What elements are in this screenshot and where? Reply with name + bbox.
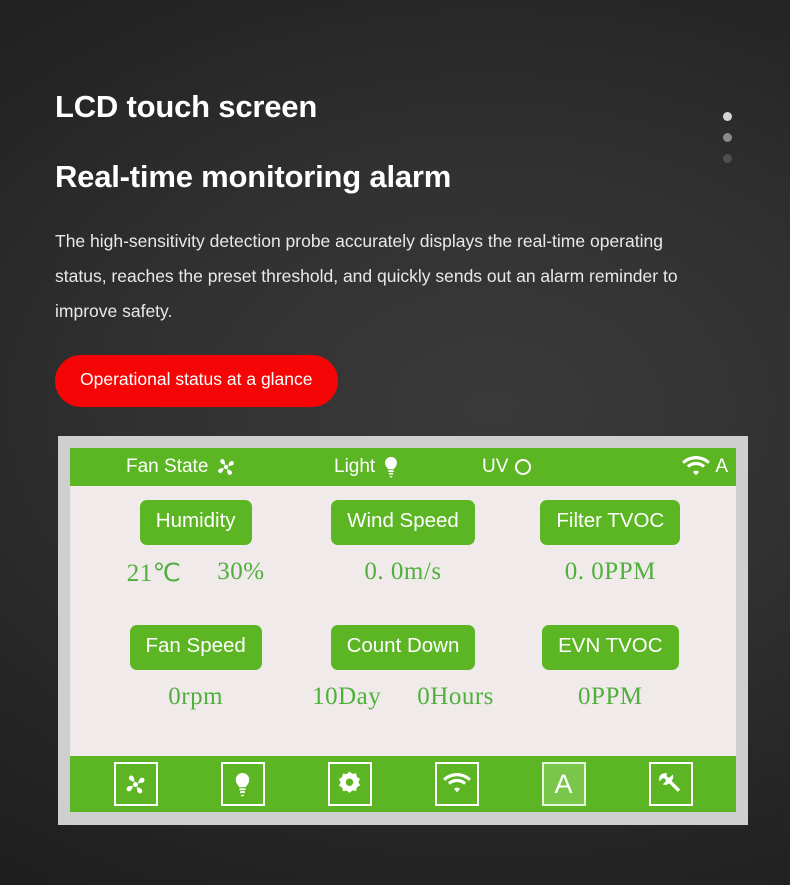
reading-label-humidity[interactable]: Humidity xyxy=(139,500,252,545)
cta-container: Operational status at a glance xyxy=(55,329,735,407)
reading-filter-tvoc: Filter TVOC 0. 0PPM xyxy=(507,500,714,625)
lcd-screen: Fan State Light UV A Humidity 21℃ 30% Wi… xyxy=(70,448,736,812)
toolbar-wifi-button[interactable] xyxy=(434,762,479,806)
toolbar-auto-mode-button[interactable]: A xyxy=(541,762,586,806)
humidity-temperature-value: 21℃ xyxy=(126,559,182,587)
status-wifi-mode: A xyxy=(682,456,728,478)
lcd-device-bezel: Fan State Light UV A Humidity 21℃ 30% Wi… xyxy=(58,436,748,825)
reading-label-fan-speed[interactable]: Fan Speed xyxy=(129,625,262,670)
auto-mode-icon: A xyxy=(554,768,573,799)
reading-value-wind-speed: 0. 0m/s xyxy=(364,557,442,585)
carousel-dot-3[interactable] xyxy=(723,154,732,163)
reading-label-evn-tvoc[interactable]: EVN TVOC xyxy=(542,625,679,670)
carousel-dot-1[interactable] xyxy=(723,112,732,121)
status-mode-label: A xyxy=(715,456,728,477)
toolbar-light-button[interactable] xyxy=(220,762,265,806)
bottom-toolbar: A xyxy=(70,756,736,812)
circle-outline-icon xyxy=(515,459,532,475)
reading-fan-speed: Fan Speed 0rpm xyxy=(92,625,299,750)
reading-value-fan-speed: 0rpm xyxy=(168,682,224,710)
operational-status-button[interactable]: Operational status at a glance xyxy=(55,355,338,407)
reading-value-humidity: 21℃ 30% xyxy=(127,545,265,588)
fan-icon xyxy=(123,772,148,797)
status-uv-label: UV xyxy=(482,456,509,477)
status-bar: Fan State Light UV A xyxy=(70,448,736,486)
toolbar-uv-lamp-button[interactable] xyxy=(327,762,372,806)
light-bulb-icon xyxy=(382,456,400,478)
light-bulb-icon xyxy=(233,772,252,797)
wifi-icon xyxy=(442,773,471,795)
uv-lamp-icon xyxy=(336,771,363,798)
hero-section: LCD touch screen Real-time monitoring al… xyxy=(0,0,790,407)
status-fan-state: Fan State xyxy=(126,456,237,478)
reading-value-filter-tvoc: 0. 0PPM xyxy=(564,557,656,585)
carousel-dots xyxy=(723,112,732,163)
toolbar-fan-button[interactable] xyxy=(113,762,158,806)
fan-icon xyxy=(215,456,237,478)
reading-value-count-down: 10Day 0Hours xyxy=(312,670,494,711)
wifi-icon xyxy=(682,456,711,478)
reading-evn-tvoc: EVN TVOC 0PPM xyxy=(507,625,714,750)
status-fan-label: Fan State xyxy=(126,456,209,477)
status-light: Light xyxy=(334,456,400,478)
reading-count-down: Count Down 10Day 0Hours xyxy=(299,625,506,750)
readings-grid: Humidity 21℃ 30% Wind Speed 0. 0m/s Filt… xyxy=(70,486,736,756)
page-title-line-1: LCD touch screen xyxy=(55,89,318,124)
page-title-line-2: Real-time monitoring alarm xyxy=(55,159,452,195)
reading-label-filter-tvoc[interactable]: Filter TVOC xyxy=(540,500,681,545)
countdown-hours-value: 0Hours xyxy=(417,682,494,710)
reading-label-wind-speed[interactable]: Wind Speed xyxy=(331,500,475,545)
reading-wind-speed: Wind Speed 0. 0m/s xyxy=(299,500,506,625)
hero-description: The high-sensitivity detection probe acc… xyxy=(55,231,678,322)
status-uv: UV xyxy=(482,456,532,478)
status-light-label: Light xyxy=(334,456,376,477)
humidity-percent-value: 30% xyxy=(217,557,265,585)
toolbar-tools-button[interactable] xyxy=(648,762,693,806)
countdown-days-value: 10Day xyxy=(312,682,382,710)
reading-value-evn-tvoc: 0PPM xyxy=(578,682,643,710)
reading-label-count-down[interactable]: Count Down xyxy=(330,625,476,670)
reading-humidity: Humidity 21℃ 30% xyxy=(92,500,299,625)
tools-icon xyxy=(658,771,684,797)
carousel-dot-2[interactable] xyxy=(723,133,732,142)
